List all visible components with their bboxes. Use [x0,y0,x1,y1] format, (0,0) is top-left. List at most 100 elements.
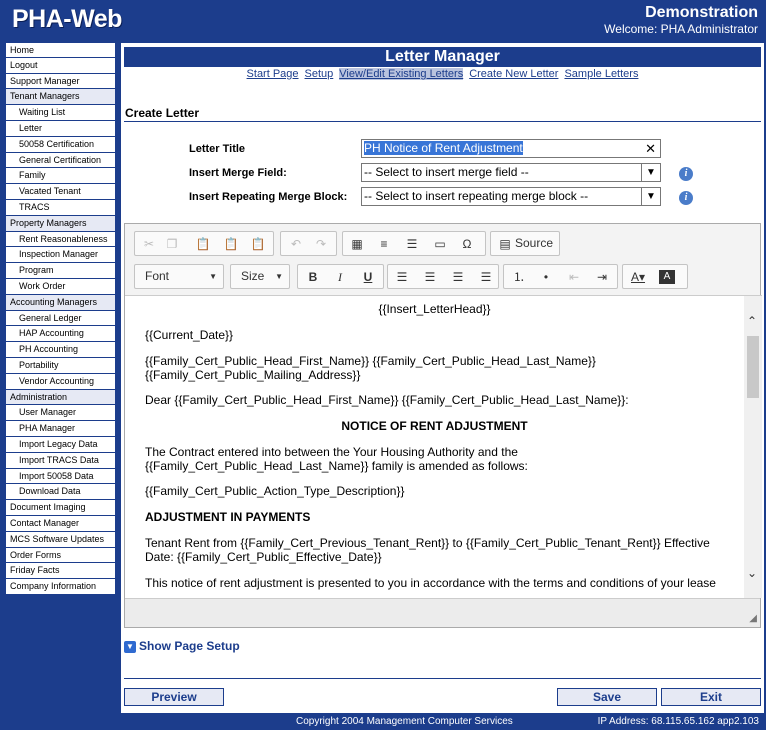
text-style-group: B I U [297,264,384,289]
align-left-icon[interactable]: ☰ [392,268,412,286]
chevron-down-icon[interactable]: ▼ [641,188,660,205]
redo-icon[interactable]: ↷ [311,235,331,253]
cut-icon[interactable]: ✂ [139,235,159,253]
subnav-link[interactable]: View/Edit Existing Letters [339,68,464,80]
indent-icon[interactable]: ⇥ [592,268,612,286]
paste-text-icon[interactable]: 📋 [221,235,241,253]
source-button[interactable]: ▤ Source [490,231,560,256]
sidebar-item[interactable]: General Ledger [5,310,116,327]
merge-field-select[interactable]: -- Select to insert merge field -- ▼ [361,163,661,182]
sidebar-item[interactable]: Import 50058 Data [5,468,116,485]
show-page-setup-link[interactable]: ▼ Show Page Setup [124,639,240,653]
paste-word-icon[interactable]: 📋 [248,235,268,253]
sidebar-item[interactable]: Accounting Managers [5,294,116,311]
document-line: Date: {{Family_Cert_Public_Effective_Dat… [145,550,382,564]
sidebar-item[interactable]: User Manager [5,405,116,422]
sidebar-item[interactable]: Tenant Managers [5,89,116,106]
document-line: {{Insert_LetterHead}} [378,302,491,316]
scroll-up-icon[interactable]: ⌃ [747,314,757,328]
vertical-scrollbar[interactable]: ⌃ ⌄ [744,295,762,598]
document-line: {{Family_Cert_Public_Mailing_Address}} [145,368,361,382]
sidebar-item[interactable]: Company Information [5,579,116,595]
subnav-link[interactable]: Start Page [247,68,299,80]
welcome-text: Welcome: PHA Administrator [604,22,758,36]
clear-icon[interactable]: ✕ [645,140,656,157]
bullet-list-icon[interactable]: • [536,268,556,286]
sidebar-item[interactable]: Import TRACS Data [5,452,116,469]
align-group: ☰ ☰ ☰ ☰ [387,264,499,289]
sidebar-item[interactable]: Friday Facts [5,563,116,580]
sidebar-item[interactable]: PH Accounting [5,342,116,358]
sidebar-item[interactable]: Work Order [5,278,116,295]
merge-field-label: Insert Merge Field: [189,167,287,179]
letter-title-label: Letter Title [189,143,246,155]
document-line: NOTICE OF RENT ADJUSTMENT [341,419,528,433]
chevron-down-icon[interactable]: ▼ [641,164,660,181]
outdent-icon[interactable]: ⇤ [564,268,584,286]
undo-icon[interactable]: ↶ [286,235,306,253]
sidebar-item[interactable]: Home [5,42,116,58]
subnav-link[interactable]: Create New Letter [469,68,558,80]
justify-icon[interactable]: ☰ [476,268,496,286]
color-group: A▾ A [622,264,688,289]
sidebar-item[interactable]: TRACS [5,199,116,216]
sidebar-item[interactable]: Contact Manager [5,515,116,532]
merge-block-select[interactable]: -- Select to insert repeating merge bloc… [361,187,661,206]
paste-icon[interactable]: 📋 [193,235,213,253]
horizontal-rule-icon[interactable]: ≡ [374,235,394,253]
scroll-down-icon[interactable]: ⌄ [747,566,757,580]
sidebar-item[interactable]: Vacated Tenant [5,184,116,200]
sidebar-nav: Home Logout Support Manager Tenant Managers… [5,42,116,595]
info-icon[interactable]: i [679,191,693,205]
sidebar-item[interactable]: Program [5,263,116,279]
document-line: {{Family_Cert_Public_Head_Last_Name}} fa… [145,459,528,473]
sidebar-item[interactable]: Rent Reasonableness [5,231,116,248]
sidebar-item[interactable]: HAP Accounting [5,326,116,343]
subnav-link[interactable]: Sample Letters [564,68,638,80]
sidebar-item[interactable]: Letter [5,120,116,137]
special-char-icon[interactable]: Ω [457,235,477,253]
save-button[interactable]: Save [557,688,657,706]
background-color-icon[interactable]: A [659,270,675,284]
info-icon[interactable]: i [679,167,693,181]
bold-icon[interactable]: B [303,268,323,286]
sidebar-item[interactable]: PHA Manager [5,421,116,437]
sidebar-item[interactable]: Administration [5,389,116,406]
sidebar-item[interactable]: Family [5,168,116,185]
resize-handle-icon[interactable]: ◢ [749,613,757,624]
table-icon[interactable]: ▦ [347,235,367,253]
copy-icon[interactable]: ❐ [162,235,182,253]
sidebar-item[interactable]: Portability [5,357,116,374]
italic-icon[interactable]: I [330,268,350,286]
align-right-icon[interactable]: ☰ [448,268,468,286]
letter-title-input[interactable]: PH Notice of Rent Adjustment ✕ [361,139,661,158]
sidebar-item[interactable]: Support Manager [5,73,116,90]
subnav-link[interactable]: Setup [305,68,334,80]
scroll-thumb[interactable] [747,336,759,398]
size-select[interactable]: Size ▼ [230,264,290,289]
sidebar-item[interactable]: Order Forms [5,547,116,564]
sidebar-item[interactable]: MCS Software Updates [5,531,116,548]
letter-title-value: PH Notice of Rent Adjustment [364,141,523,155]
document-line: Dear {{Family_Cert_Public_Head_First_Nam… [145,393,629,407]
iframe-icon[interactable]: ▭ [430,235,450,253]
sidebar-item[interactable]: Inspection Manager [5,247,116,264]
underline-icon[interactable]: U [358,268,378,286]
sidebar-item[interactable]: Import Legacy Data [5,436,116,453]
sidebar-item[interactable]: Download Data [5,484,116,501]
page-break-icon[interactable]: ☰ [402,235,422,253]
sidebar-item[interactable]: Logout [5,57,116,74]
sidebar-item[interactable]: 50058 Certification [5,136,116,153]
sidebar-item[interactable]: Document Imaging [5,500,116,516]
sidebar-item[interactable]: Waiting List [5,105,116,121]
document-area[interactable]: {{Insert_LetterHead}} {{Current_Date}} {{F… [125,295,744,598]
preview-button[interactable]: Preview [124,688,224,706]
sidebar-item[interactable]: General Certification [5,152,116,169]
sidebar-item[interactable]: Vendor Accounting [5,373,116,390]
align-center-icon[interactable]: ☰ [420,268,440,286]
text-color-icon[interactable]: A▾ [628,268,648,286]
font-select[interactable]: Font ▼ [134,264,224,289]
numbered-list-icon[interactable]: ⒈ [509,268,529,286]
sidebar-item[interactable]: Property Managers [5,215,116,232]
exit-button[interactable]: Exit [661,688,761,706]
